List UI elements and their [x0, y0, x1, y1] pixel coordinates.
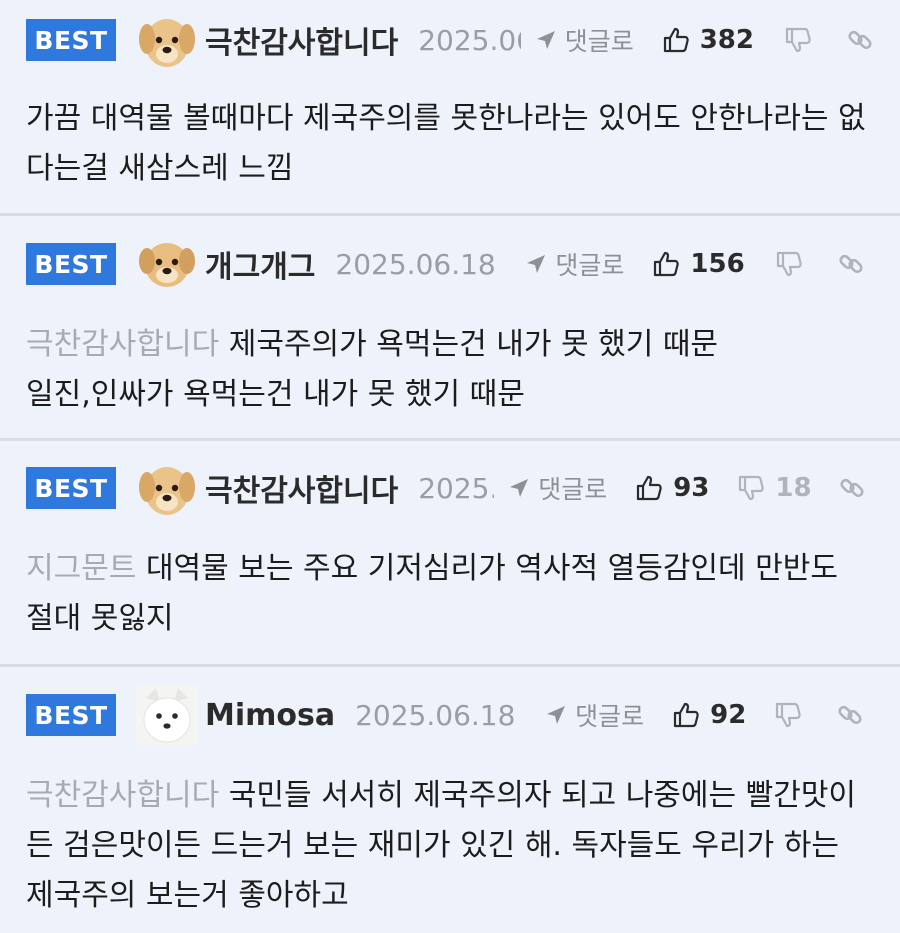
like-count: 382: [699, 25, 754, 55]
best-badge: BEST: [26, 243, 116, 285]
comment-text: 극찬감사합니다 국민들 서서히 제국주의자 되고 나중에는 빨간맛이든 검은맛이…: [26, 771, 874, 921]
white-dog-avatar-icon[interactable]: [136, 685, 198, 745]
dislike-button[interactable]: 18: [737, 473, 812, 503]
comment-date: 2025.06.18: [418, 471, 495, 505]
dislike-button[interactable]: [775, 250, 803, 278]
thumbs-up-icon: [637, 475, 662, 501]
puppy-avatar-icon[interactable]: [136, 10, 198, 70]
username[interactable]: Mimosa: [205, 698, 335, 733]
reply-label: 댓글로: [575, 702, 645, 731]
comment-item: BEST 개그개그 2025.06.18 댓글로 156 극찬감사합니다 제국주…: [0, 216, 900, 441]
comment-date: 2025.06.18: [418, 23, 521, 57]
username[interactable]: 개그개그: [205, 242, 315, 286]
reply-arrow-icon: [510, 479, 529, 497]
link-icon[interactable]: [836, 701, 864, 729]
mention-username[interactable]: 지그문트: [26, 551, 136, 586]
reply-label: 댓글로: [564, 27, 634, 56]
like-button[interactable]: 93: [635, 473, 709, 503]
best-badge: BEST: [26, 19, 116, 61]
thumbs-down-icon: [776, 251, 802, 277]
best-badge: BEST: [26, 694, 116, 736]
like-count: 92: [710, 700, 747, 730]
reply-arrow-icon: [536, 31, 555, 49]
reply-button[interactable]: 댓글로: [535, 22, 634, 58]
puppy-avatar-icon[interactable]: [136, 234, 198, 294]
thumbs-up-icon: [654, 251, 680, 277]
comment-header: BEST 개그개그 2025.06.18 댓글로 156: [26, 234, 874, 294]
link-icon[interactable]: [837, 250, 865, 278]
like-button[interactable]: 382: [662, 25, 754, 55]
reply-button[interactable]: 댓글로: [508, 470, 607, 506]
comment-item: BEST 극찬감사합니다 2025.06.18 댓글로: [0, 441, 900, 667]
comment-header: BEST Mimosa 2025.06.18 댓글로 92: [26, 685, 874, 745]
best-badge: BEST: [26, 467, 116, 509]
mention-username[interactable]: 극찬감사합니다: [26, 327, 219, 362]
like-count: 93: [673, 473, 710, 503]
thumbs-down-icon: [739, 475, 765, 501]
thumbs-up-icon: [663, 27, 689, 53]
like-button[interactable]: 156: [652, 249, 745, 279]
comment-text: 지그문트 대역물 보는 주요 기저심리가 역사적 열등감인데 만반도 절대 못잃…: [26, 544, 874, 644]
comment-text: 극찬감사합니다 제국주의가 욕먹는건 내가 못 했기 때문 일진,인싸가 욕먹는…: [26, 320, 874, 420]
comment-date: 2025.06.18: [335, 247, 496, 281]
comment-list: BEST 극찬감사합니다 2025.06.18 댓글로: [0, 0, 900, 933]
mention-username[interactable]: 극찬감사합니다: [26, 778, 219, 813]
like-button[interactable]: 92: [672, 700, 746, 730]
reply-button[interactable]: 댓글로: [525, 246, 624, 282]
dislike-count: 18: [775, 473, 812, 503]
like-count: 156: [690, 249, 745, 279]
username[interactable]: 극찬감사합니다: [205, 18, 398, 62]
comment-header: BEST 극찬감사합니다 2025.06.18 댓글로: [26, 458, 874, 518]
comment-date: 2025.06.18: [355, 698, 516, 732]
link-icon[interactable]: [846, 26, 874, 54]
comment-item: BEST Mimosa 2025.06.18 댓글로 92 극찬감사합니다 국민…: [0, 667, 900, 933]
reply-label: 댓글로: [555, 251, 625, 280]
reply-arrow-icon: [547, 706, 566, 724]
comment-text-line2: 일진,인싸가 욕먹는건 내가 못 했기 때문: [26, 377, 525, 412]
comment-item: BEST 극찬감사합니다 2025.06.18 댓글로: [0, 0, 900, 216]
dislike-button[interactable]: [774, 701, 802, 729]
puppy-avatar-icon[interactable]: [136, 458, 198, 518]
thumbs-up-icon: [674, 702, 699, 728]
reply-arrow-icon: [527, 255, 546, 273]
thumbs-down-icon: [776, 702, 802, 728]
reply-label: 댓글로: [538, 475, 608, 504]
comment-text-line1: 제국주의가 욕먹는건 내가 못 했기 때문: [228, 327, 719, 362]
thumbs-down-icon: [785, 27, 811, 53]
username[interactable]: 극찬감사합니다: [205, 466, 398, 510]
reply-button[interactable]: 댓글로: [545, 697, 644, 733]
comment-header: BEST 극찬감사합니다 2025.06.18 댓글로: [26, 10, 874, 70]
comment-text: 가끔 대역물 볼때마다 제국주의를 못한나라는 있어도 안한나라는 없다는걸 새…: [26, 101, 866, 186]
dislike-button[interactable]: [784, 26, 812, 54]
comment-text-body: 대역물 보는 주요 기저심리가 역사적 열등감인데 만반도 절대 못잃지: [26, 551, 838, 636]
link-icon[interactable]: [838, 474, 866, 502]
